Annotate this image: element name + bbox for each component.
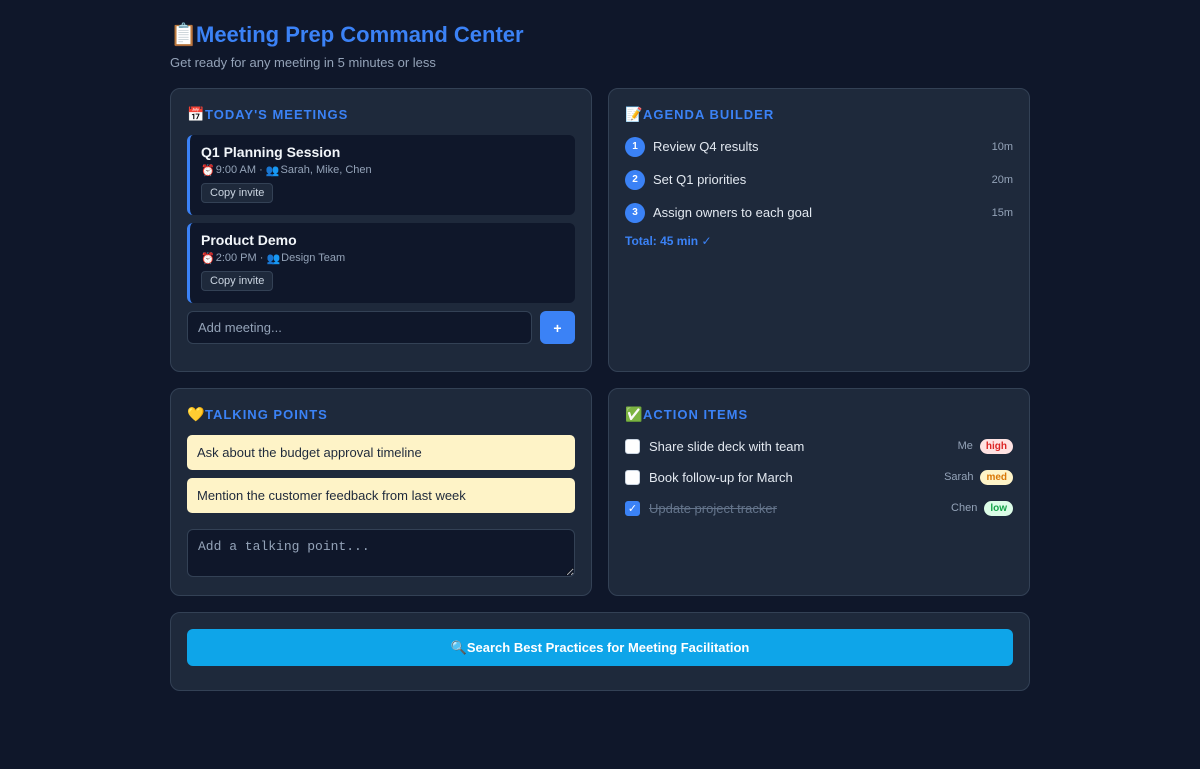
alarm-clock-icon: ⏰ <box>201 252 215 265</box>
page-title: Meeting Prep Command Center <box>196 22 524 47</box>
meeting-meta: ⏰ 2:00 PM · 👥 Design Team <box>201 251 563 265</box>
action-item-checkbox[interactable]: ✓ <box>625 500 640 516</box>
talking-points-card-header: 💛 TALKING POINTS <box>187 405 575 423</box>
talking-points-card-title: TALKING POINTS <box>205 406 328 422</box>
action-item-owner: Chen <box>951 502 978 514</box>
action-items-card-title: ACTION ITEMS <box>643 406 749 422</box>
meetings-card: 📅 TODAY'S MEETINGS Q1 Planning Session ⏰… <box>170 88 592 372</box>
check-mark-icon: ✅ <box>625 405 643 422</box>
copy-invite-button[interactable]: Copy invite <box>201 271 274 291</box>
action-item-owner: Me <box>957 440 973 452</box>
agenda-card-title: AGENDA BUILDER <box>643 106 775 122</box>
agenda-item[interactable]: 3 Assign owners to each goal 15m <box>625 201 1013 224</box>
search-card: 🔍 Search Best Practices for Meeting Faci… <box>170 612 1030 691</box>
meeting-title: Q1 Planning Session <box>201 144 341 160</box>
action-item: Book follow-up for March Sarah med <box>625 466 1013 488</box>
priority-badge: med <box>980 469 1013 485</box>
talking-points-card: 💛 TALKING POINTS Ask about the budget ap… <box>170 388 592 596</box>
memo-icon: 📝 <box>625 105 643 122</box>
action-items-card: ✅ ACTION ITEMS Share slide deck with tea… <box>608 388 1030 596</box>
magnifier-icon: 🔍 <box>450 639 467 655</box>
meeting-item[interactable]: Q1 Planning Session ⏰ 9:00 AM · 👥 Sarah,… <box>187 135 575 215</box>
page-subtitle: Get ready for any meeting in 5 minutes o… <box>170 55 436 70</box>
priority-badge: high <box>979 438 1013 454</box>
agenda-item-number: 2 <box>625 169 645 190</box>
copy-invite-button[interactable]: Copy invite <box>201 183 274 203</box>
agenda-item[interactable]: 1 Review Q4 results 10m <box>625 135 1013 158</box>
agenda-item-duration: 10m <box>991 140 1013 153</box>
agenda-total: Total: 45 min ✓ <box>625 234 712 248</box>
meta-separator: · <box>256 252 267 264</box>
meeting-attendees: Sarah, Mike, Chen <box>280 164 372 176</box>
meetings-card-header: 📅 TODAY'S MEETINGS <box>187 105 575 123</box>
people-icon: 👥 <box>265 164 280 177</box>
action-item-text: Update project tracker <box>649 500 777 516</box>
agenda-item-text: Review Q4 results <box>653 139 759 154</box>
agenda-card: 📝 AGENDA BUILDER 1 Review Q4 results 10m… <box>608 88 1030 372</box>
action-item-text: Book follow-up for March <box>649 469 793 485</box>
agenda-item-duration: 20m <box>991 173 1013 186</box>
action-item: Share slide deck with team Me high <box>625 435 1013 457</box>
agenda-item-number: 1 <box>625 136 645 157</box>
agenda-card-header: 📝 AGENDA BUILDER <box>625 105 1013 123</box>
action-item-owner: Sarah <box>944 471 974 483</box>
agenda-item-text: Set Q1 priorities <box>653 172 747 187</box>
alarm-clock-icon: ⏰ <box>201 164 215 177</box>
yellow-heart-icon: 💛 <box>187 405 205 422</box>
meeting-title: Product Demo <box>201 232 297 248</box>
agenda-item-duration: 15m <box>991 206 1013 219</box>
meetings-card-title: TODAY'S MEETINGS <box>205 106 349 122</box>
talking-point-note[interactable]: Ask about the budget approval timeline <box>187 435 575 470</box>
action-items-card-header: ✅ ACTION ITEMS <box>625 405 1013 423</box>
add-meeting-row: + <box>187 311 575 344</box>
page-header: 📋 Meeting Prep Command Center <box>170 20 1030 50</box>
talking-point-note[interactable]: Mention the customer feedback from last … <box>187 478 575 513</box>
talking-point-input[interactable] <box>187 529 575 577</box>
agenda-item[interactable]: 2 Set Q1 priorities 20m <box>625 168 1013 191</box>
meta-separator: · <box>256 164 266 176</box>
meeting-attendees: Design Team <box>281 252 346 264</box>
meeting-item[interactable]: Product Demo ⏰ 2:00 PM · 👥 Design Team C… <box>187 223 575 303</box>
calendar-icon: 📅 <box>187 105 205 122</box>
meeting-time: 9:00 AM <box>215 164 257 176</box>
action-item-text: Share slide deck with team <box>649 438 805 454</box>
clipboard-icon: 📋 <box>170 22 198 47</box>
meeting-time: 2:00 PM <box>215 252 257 264</box>
search-best-practices-button[interactable]: 🔍 Search Best Practices for Meeting Faci… <box>187 629 1013 666</box>
add-meeting-button[interactable]: + <box>540 311 575 344</box>
agenda-item-number: 3 <box>625 202 645 223</box>
page: 📋 Meeting Prep Command Center Get ready … <box>170 20 1030 691</box>
priority-badge: low <box>984 500 1013 516</box>
add-meeting-input[interactable] <box>187 311 532 344</box>
meeting-meta: ⏰ 9:00 AM · 👥 Sarah, Mike, Chen <box>201 163 563 177</box>
action-item-checkbox[interactable] <box>625 469 640 485</box>
action-item-checkbox[interactable] <box>625 438 640 454</box>
agenda-item-text: Assign owners to each goal <box>653 205 812 220</box>
action-item: ✓ Update project tracker Chen low <box>625 497 1013 519</box>
people-icon: 👥 <box>266 252 281 265</box>
search-button-label: Search Best Practices for Meeting Facili… <box>466 640 750 655</box>
